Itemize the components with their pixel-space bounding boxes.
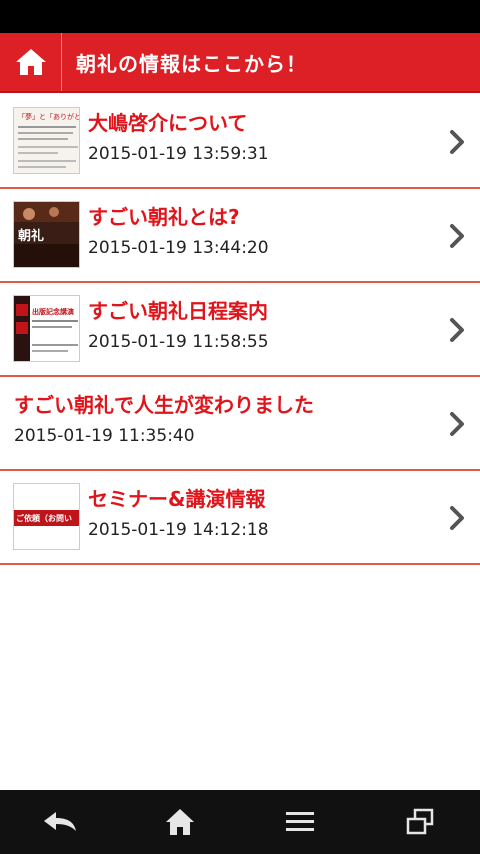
- chevron-right-icon: [450, 412, 464, 436]
- thumbnail-caption: 出版記念講演: [32, 307, 74, 316]
- item-title: すごい朝礼日程案内: [88, 299, 268, 323]
- article-list: 「夢」と「ありがとう」 大嶋啓介について 2015-01-19 13:59:31: [0, 95, 480, 565]
- back-icon: [44, 812, 76, 831]
- thumbnail-image: 出版記念講演: [13, 295, 80, 362]
- item-title: すごい朝礼で人生が変わりました: [14, 393, 314, 417]
- back-button[interactable]: [30, 797, 90, 847]
- list-item[interactable]: すごい朝礼で人生が変わりました 2015-01-19 11:35:40: [0, 377, 480, 471]
- item-title: 大嶋啓介について: [88, 111, 248, 135]
- app-header: 朝礼の情報はここから！: [0, 33, 480, 93]
- windows-button[interactable]: [390, 797, 450, 847]
- chevron-right-icon: [450, 318, 464, 342]
- list-item[interactable]: 「夢」と「ありがとう」 大嶋啓介について 2015-01-19 13:59:31: [0, 95, 480, 189]
- list-item[interactable]: 朝礼 すごい朝礼とは? 2015-01-19 13:44:20: [0, 189, 480, 283]
- home-button[interactable]: [0, 33, 62, 91]
- item-title: セミナー&講演情報: [88, 487, 266, 511]
- chevron-right-icon: [450, 506, 464, 530]
- item-timestamp: 2015-01-19 13:59:31: [88, 144, 269, 164]
- thumbnail-image: 朝礼: [13, 201, 80, 268]
- bottom-navigation: [0, 790, 480, 854]
- status-bar: [0, 0, 480, 33]
- home-icon: [15, 49, 46, 75]
- page-title: 朝礼の情報はここから！: [76, 51, 307, 76]
- thumbnail-caption: 朝礼: [18, 228, 44, 244]
- chevron-right-icon: [450, 130, 464, 154]
- list-item[interactable]: 出版記念講演 すごい朝礼日程案内 2015-01-19 11:58:55: [0, 283, 480, 377]
- nav-home-button[interactable]: [150, 797, 210, 847]
- thumbnail-image: 「夢」と「ありがとう」: [13, 107, 80, 174]
- thumbnail-image: ご依頼（お問い: [13, 483, 80, 550]
- thumbnail-caption: ご依頼（お問い: [16, 513, 72, 523]
- menu-icon: [286, 812, 314, 831]
- item-timestamp: 2015-01-19 13:44:20: [88, 238, 269, 258]
- home-icon: [166, 809, 194, 835]
- item-timestamp: 2015-01-19 14:12:18: [88, 520, 269, 540]
- chevron-right-icon: [450, 224, 464, 248]
- thumbnail-caption: 「夢」と「ありがとう」: [18, 112, 80, 121]
- item-title: すごい朝礼とは?: [88, 205, 240, 229]
- windows-icon: [406, 808, 434, 835]
- item-timestamp: 2015-01-19 11:58:55: [88, 332, 269, 352]
- item-timestamp: 2015-01-19 11:35:40: [14, 426, 195, 446]
- menu-button[interactable]: [270, 797, 330, 847]
- list-item[interactable]: ご依頼（お問い セミナー&講演情報 2015-01-19 14:12:18: [0, 471, 480, 565]
